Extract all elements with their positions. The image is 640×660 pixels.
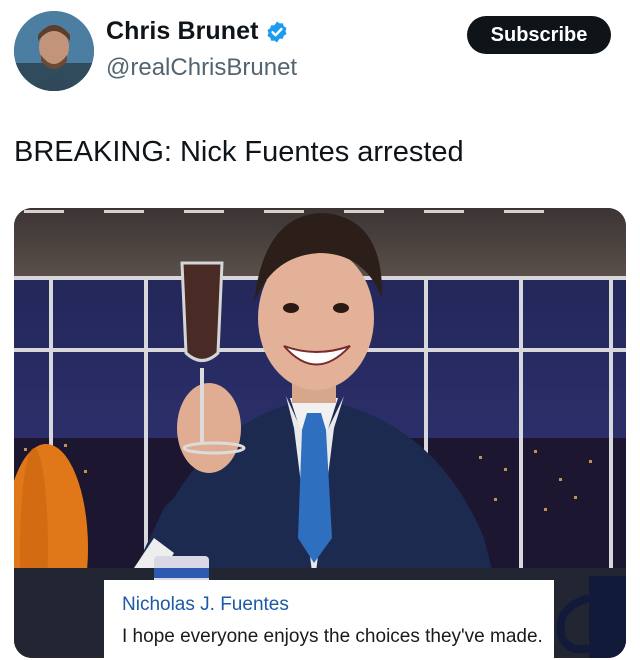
- quote-caption: Nicholas J. Fuentes I hope everyone enjo…: [104, 580, 554, 658]
- author-name-row[interactable]: Chris Brunet: [106, 17, 289, 46]
- avatar-image: [14, 11, 94, 91]
- tweet-text: BREAKING: Nick Fuentes arrested: [14, 136, 464, 168]
- verified-badge-icon: [265, 20, 289, 44]
- tweet-card: Chris Brunet @realChrisBrunet Subscribe …: [0, 0, 640, 660]
- caption-author: Nicholas J. Fuentes: [122, 594, 289, 615]
- caption-text: I hope everyone enjoys the choices they'…: [122, 626, 543, 647]
- avatar[interactable]: [14, 11, 94, 91]
- user-handle[interactable]: @realChrisBrunet: [106, 54, 297, 82]
- display-name[interactable]: Chris Brunet: [106, 17, 259, 46]
- tweet-media[interactable]: Nicholas J. Fuentes I hope everyone enjo…: [14, 208, 626, 658]
- subscribe-button[interactable]: Subscribe: [467, 16, 611, 54]
